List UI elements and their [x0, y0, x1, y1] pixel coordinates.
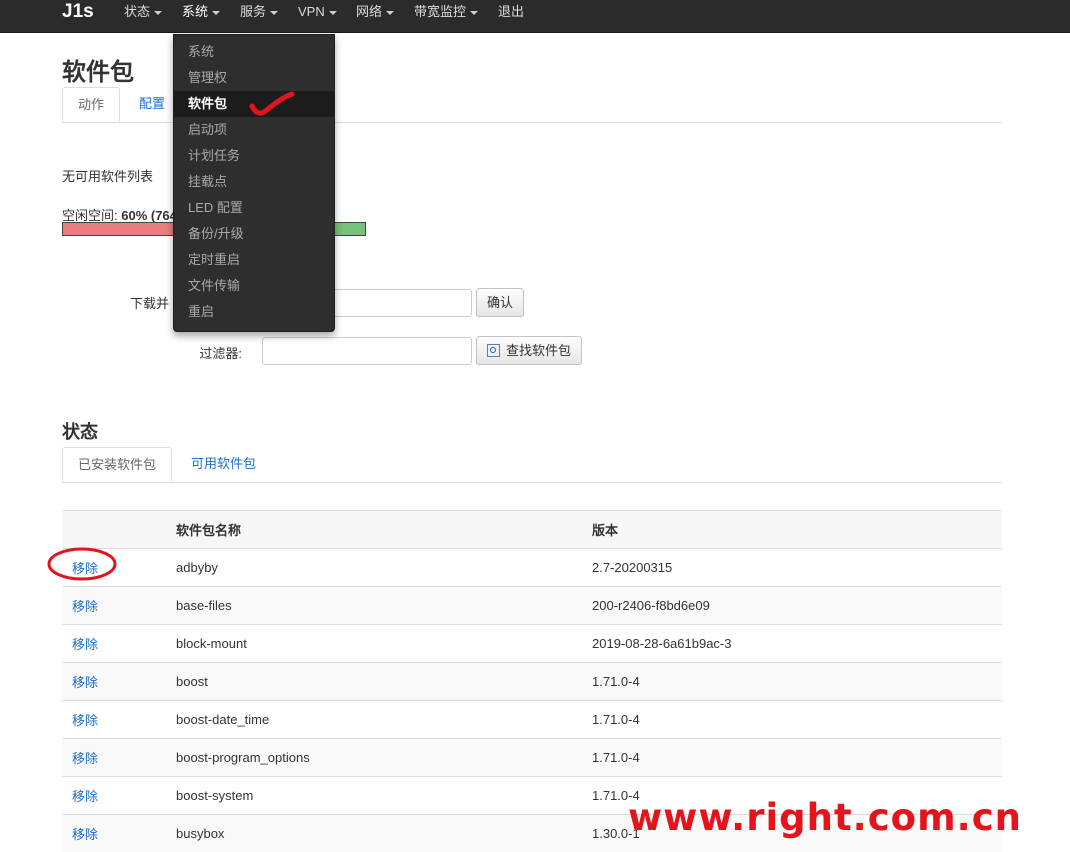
filter-input[interactable] [262, 337, 472, 365]
package-name: boost-system [176, 777, 592, 815]
download-label: 下载并 [130, 293, 176, 312]
menu-item-admin[interactable]: 管理权 [174, 65, 334, 91]
nav-network[interactable]: 网络 [356, 0, 394, 24]
package-version: 200-r2406-f8bd6e09 [592, 587, 1002, 625]
package-version: 1.71.0-4 [592, 701, 1002, 739]
tab-installed-packages[interactable]: 已安装软件包 [62, 447, 172, 482]
table-row: 移除 boost-program_options 1.71.0-4 [62, 739, 1002, 777]
confirm-button[interactable]: 确认 [476, 288, 524, 317]
table-row: 移除 base-files 200-r2406-f8bd6e09 [62, 587, 1002, 625]
package-version: 1.71.0-4 [592, 663, 1002, 701]
status-title: 状态 [62, 418, 98, 444]
nav-status[interactable]: 状态 [124, 0, 162, 24]
menu-item-reboot[interactable]: 重启 [174, 299, 334, 325]
nav-vpn[interactable]: VPN [298, 0, 337, 24]
table-header-name: 软件包名称 [176, 511, 592, 549]
page-title: 软件包 [62, 52, 134, 87]
package-name: boost-date_time [176, 701, 592, 739]
table-header-action [62, 511, 176, 549]
menu-item-startup[interactable]: 启动项 [174, 117, 334, 143]
menu-item-mount-points[interactable]: 挂载点 [174, 169, 334, 195]
watermark: www.right.com.cn [628, 796, 1022, 839]
status-tabs: 已安装软件包 可用软件包 [62, 447, 1002, 483]
nav-logout[interactable]: 退出 [498, 0, 524, 24]
menu-item-software[interactable]: 软件包 [174, 91, 334, 117]
tab-actions[interactable]: 动作 [62, 87, 120, 122]
nav-services[interactable]: 服务 [240, 0, 278, 24]
chevron-down-icon [386, 11, 394, 15]
package-version: 2019-08-28-6a61b9ac-3 [592, 625, 1002, 663]
find-package-button[interactable]: 查找软件包 [476, 336, 582, 365]
remove-link[interactable]: 移除 [72, 561, 98, 576]
menu-item-backup-upgrade[interactable]: 备份/升级 [174, 221, 334, 247]
package-version: 1.71.0-4 [592, 739, 1002, 777]
tab-config[interactable]: 配置 [124, 87, 180, 122]
package-name: block-mount [176, 625, 592, 663]
chevron-down-icon [154, 11, 162, 15]
nav-bandwidth[interactable]: 带宽监控 [414, 0, 478, 24]
remove-link[interactable]: 移除 [72, 789, 98, 804]
search-icon [487, 344, 500, 357]
table-header-row: 软件包名称 版本 [62, 511, 1002, 549]
menu-item-scheduled-tasks[interactable]: 计划任务 [174, 143, 334, 169]
system-dropdown-menu: 系统 管理权 软件包 启动项 计划任务 挂载点 LED 配置 备份/升级 定时重… [173, 34, 335, 332]
brand-logo[interactable]: J1s [62, 0, 94, 24]
chevron-down-icon [212, 11, 220, 15]
package-name: adbyby [176, 549, 592, 587]
package-version: 2.7-20200315 [592, 549, 1002, 587]
table-row: 移除 boost 1.71.0-4 [62, 663, 1002, 701]
remove-link[interactable]: 移除 [72, 675, 98, 690]
chevron-down-icon [329, 11, 337, 15]
table-header-version: 版本 [592, 511, 1002, 549]
package-name: boost [176, 663, 592, 701]
table-row: 移除 boost-date_time 1.71.0-4 [62, 701, 1002, 739]
remove-link[interactable]: 移除 [72, 637, 98, 652]
remove-link[interactable]: 移除 [72, 751, 98, 766]
chevron-down-icon [270, 11, 278, 15]
filter-label: 过滤器: [160, 343, 242, 362]
remove-link[interactable]: 移除 [72, 713, 98, 728]
top-navbar: J1s 状态 系统 服务 VPN 网络 带宽监控 退出 [0, 0, 1070, 33]
menu-item-scheduled-reboot[interactable]: 定时重启 [174, 247, 334, 273]
table-row: 移除 adbyby 2.7-20200315 [62, 549, 1002, 587]
menu-item-led-config[interactable]: LED 配置 [174, 195, 334, 221]
menu-item-file-transfer[interactable]: 文件传输 [174, 273, 334, 299]
tab-available-packages[interactable]: 可用软件包 [176, 447, 271, 482]
remove-link[interactable]: 移除 [72, 599, 98, 614]
package-name: busybox [176, 815, 592, 852]
chevron-down-icon [470, 11, 478, 15]
no-package-list-text: 无可用软件列表 [62, 166, 153, 185]
menu-item-system[interactable]: 系统 [174, 39, 334, 65]
package-name: base-files [176, 587, 592, 625]
nav-system[interactable]: 系统 [182, 0, 220, 24]
table-row: 移除 block-mount 2019-08-28-6a61b9ac-3 [62, 625, 1002, 663]
remove-link[interactable]: 移除 [72, 827, 98, 842]
used-space-fill [63, 223, 184, 235]
package-name: boost-program_options [176, 739, 592, 777]
